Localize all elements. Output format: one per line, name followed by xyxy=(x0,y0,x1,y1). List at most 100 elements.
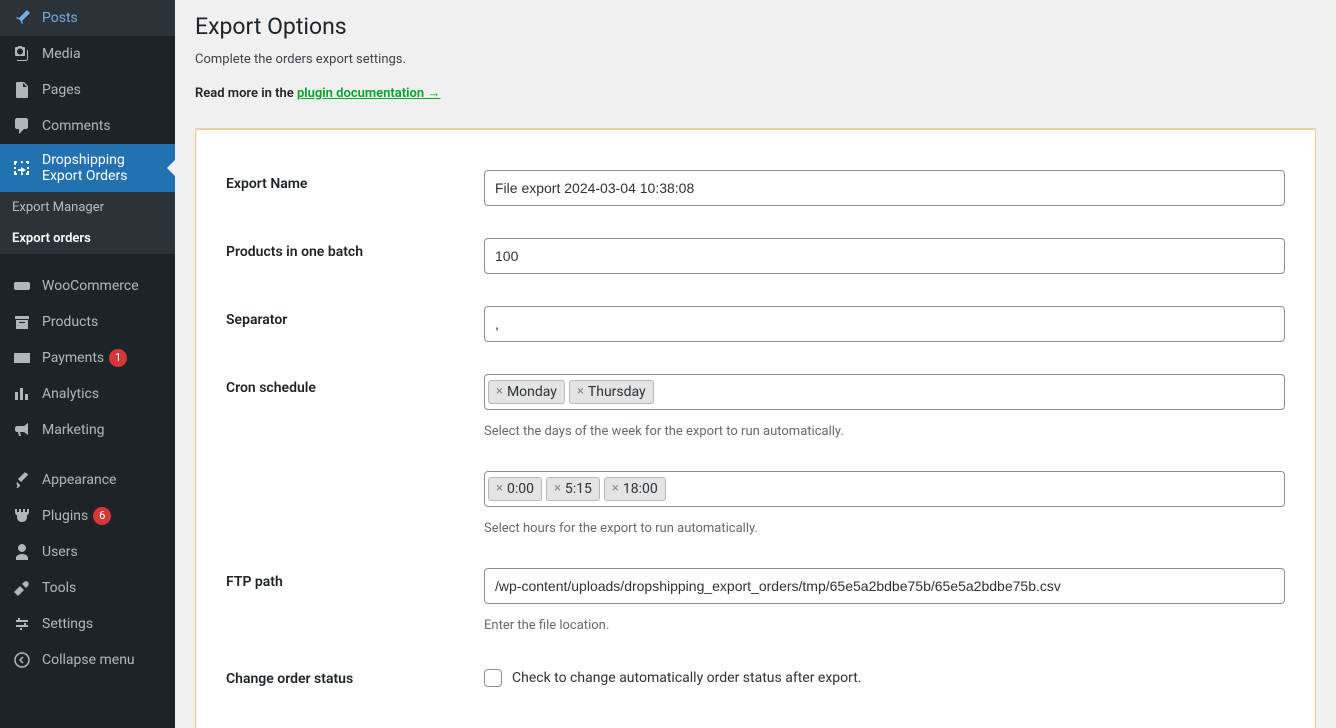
sidebar-item-label: Products xyxy=(42,314,98,330)
sidebar-item-payments[interactable]: Payments 1 xyxy=(0,340,175,376)
payment-icon xyxy=(12,348,32,368)
input-batch[interactable] xyxy=(484,238,1285,274)
row-change-status: Change order status Check to change auto… xyxy=(226,665,1285,687)
sidebar-item-label: Users xyxy=(42,544,78,560)
input-ftp[interactable] xyxy=(484,568,1285,604)
remove-tag-icon[interactable]: × xyxy=(496,481,503,496)
sidebar-item-label: Collapse menu xyxy=(42,652,135,668)
page-docs: Read more in the plugin documentation → xyxy=(195,85,1316,101)
sidebar-item-label: Settings xyxy=(42,616,93,632)
tag-day: × Thursday xyxy=(569,380,654,404)
page-header: Export Options Complete the orders expor… xyxy=(195,0,1316,110)
page-subtitle: Complete the orders export settings. xyxy=(195,52,1316,67)
settings-icon xyxy=(12,614,32,634)
megaphone-icon xyxy=(12,420,32,440)
pin-icon xyxy=(12,8,32,28)
sidebar-divider xyxy=(0,254,175,268)
wrench-icon xyxy=(12,578,32,598)
sidebar-item-users[interactable]: Users xyxy=(0,534,175,570)
sidebar-item-label: Comments xyxy=(42,118,111,134)
sidebar-item-products[interactable]: Products xyxy=(0,304,175,340)
row-ftp: FTP path Enter the file location. xyxy=(226,568,1285,633)
main-content: Export Options Complete the orders expor… xyxy=(175,0,1336,728)
tag-hour: × 5:15 xyxy=(546,477,600,501)
tag-label: 5:15 xyxy=(565,481,592,497)
archive-icon xyxy=(12,312,32,332)
label-ftp: FTP path xyxy=(226,568,484,590)
comment-icon xyxy=(12,116,32,136)
sidebar-item-media[interactable]: Media xyxy=(0,36,175,72)
label-separator: Separator xyxy=(226,306,484,328)
checkbox-change-status[interactable] xyxy=(484,669,502,687)
tag-label: Thursday xyxy=(588,384,646,400)
analytics-icon xyxy=(12,384,32,404)
row-cron-days: Cron schedule × Monday × Thursday Select t… xyxy=(226,374,1285,439)
sidebar-sub-export-orders[interactable]: Export orders xyxy=(0,223,175,254)
tag-hour: × 18:00 xyxy=(604,477,666,501)
remove-tag-icon[interactable]: × xyxy=(496,384,503,399)
sidebar-item-posts[interactable]: Posts xyxy=(0,0,175,36)
row-batch: Products in one batch xyxy=(226,238,1285,274)
label-change-status: Change order status xyxy=(226,665,484,687)
tag-hour: × 0:00 xyxy=(488,477,542,501)
label-export-name: Export Name xyxy=(226,170,484,192)
sidebar-sub-export-manager[interactable]: Export Manager xyxy=(0,192,175,223)
label-cron: Cron schedule xyxy=(226,374,484,396)
docs-link[interactable]: plugin documentation → xyxy=(297,86,440,101)
sidebar-item-plugins[interactable]: Plugins 6 xyxy=(0,498,175,534)
cron-hours-input[interactable]: × 0:00 × 5:15 × 18:00 xyxy=(484,471,1285,507)
sidebar-item-settings[interactable]: Settings xyxy=(0,606,175,642)
tag-day: × Monday xyxy=(488,380,565,404)
sidebar-item-label: Posts xyxy=(42,10,78,26)
sidebar-item-label: Analytics xyxy=(42,386,99,402)
sidebar-item-label: Appearance xyxy=(42,472,116,488)
remove-tag-icon[interactable]: × xyxy=(577,384,584,399)
row-cron-hours: × 0:00 × 5:15 × 18:00 Select hours for the … xyxy=(226,471,1285,536)
tag-label: 0:00 xyxy=(507,481,534,497)
sidebar-item-comments[interactable]: Comments xyxy=(0,108,175,144)
brush-icon xyxy=(12,470,32,490)
cron-days-input[interactable]: × Monday × Thursday xyxy=(484,374,1285,410)
checkbox-label: Check to change automatically order stat… xyxy=(512,670,862,686)
sidebar-item-label: Dropshipping Export Orders xyxy=(42,152,163,184)
input-separator[interactable] xyxy=(484,306,1285,342)
helper-cron-days: Select the days of the week for the expo… xyxy=(484,424,1285,439)
sidebar-item-label: WooCommerce xyxy=(42,278,139,294)
sidebar-item-label: Plugins xyxy=(42,508,88,524)
tag-label: Monday xyxy=(507,384,557,400)
sidebar-item-analytics[interactable]: Analytics xyxy=(0,376,175,412)
label-empty xyxy=(226,471,484,477)
sidebar-item-appearance[interactable]: Appearance xyxy=(0,462,175,498)
badge: 6 xyxy=(93,507,111,525)
row-export-name: Export Name xyxy=(226,170,1285,206)
sidebar-divider xyxy=(0,448,175,462)
sidebar-item-label: Tools xyxy=(42,580,76,596)
helper-ftp: Enter the file location. xyxy=(484,618,1285,633)
sidebar-item-woocommerce[interactable]: WooCommerce xyxy=(0,268,175,304)
badge: 1 xyxy=(109,349,127,367)
input-export-name[interactable] xyxy=(484,170,1285,206)
collapse-icon xyxy=(12,650,32,670)
sidebar-item-label: Marketing xyxy=(42,422,105,438)
sidebar-item-label: Payments xyxy=(42,350,104,366)
sidebar-item-marketing[interactable]: Marketing xyxy=(0,412,175,448)
sidebar-item-tools[interactable]: Tools xyxy=(0,570,175,606)
tag-label: 18:00 xyxy=(623,481,658,497)
sidebar-item-dropshipping[interactable]: Dropshipping Export Orders xyxy=(0,144,175,192)
sidebar-item-label: Media xyxy=(42,46,81,62)
label-batch: Products in one batch xyxy=(226,238,484,260)
page-title: Export Options xyxy=(195,12,1316,42)
sidebar-item-pages[interactable]: Pages xyxy=(0,72,175,108)
helper-cron-hours: Select hours for the export to run autom… xyxy=(484,521,1285,536)
sidebar-item-collapse[interactable]: Collapse menu xyxy=(0,642,175,678)
admin-sidebar: Posts Media Pages Comments Dropshipping … xyxy=(0,0,175,728)
user-icon xyxy=(12,542,32,562)
docs-prefix: Read more in the xyxy=(195,86,297,101)
media-icon xyxy=(12,44,32,64)
sidebar-item-label: Pages xyxy=(42,82,81,98)
export-icon xyxy=(12,158,32,178)
remove-tag-icon[interactable]: × xyxy=(554,481,561,496)
plugin-icon xyxy=(12,506,32,526)
page-icon xyxy=(12,80,32,100)
remove-tag-icon[interactable]: × xyxy=(612,481,619,496)
